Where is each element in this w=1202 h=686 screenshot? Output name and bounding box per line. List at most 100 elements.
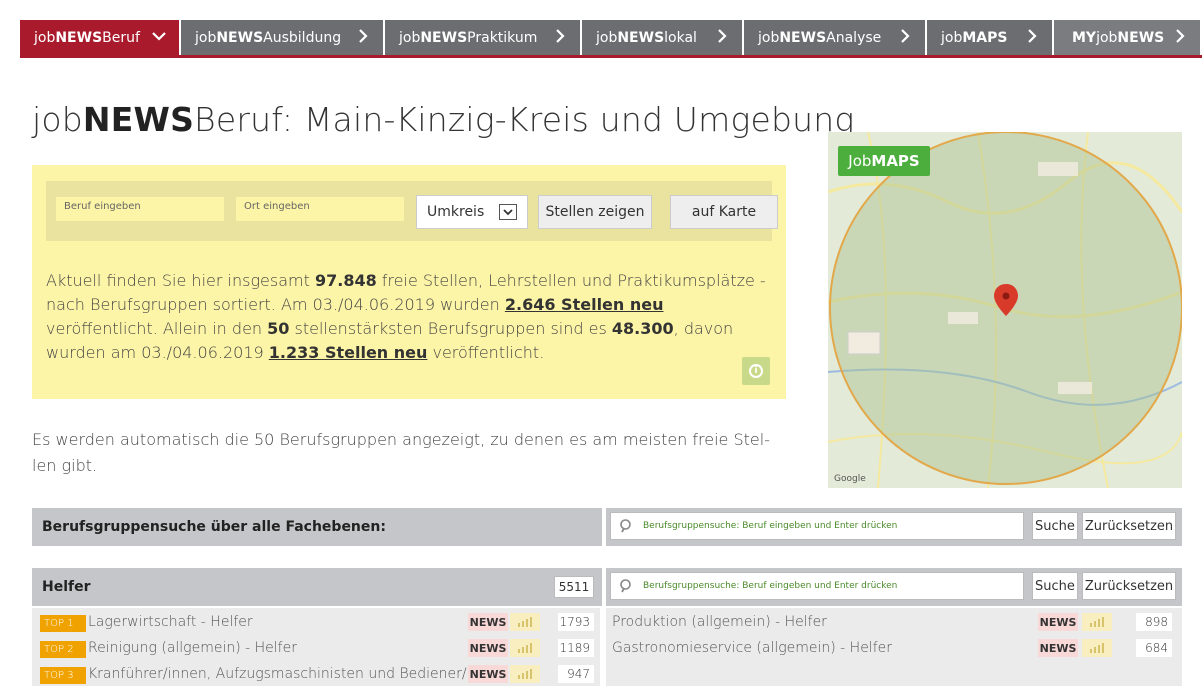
title-part: job	[32, 100, 83, 139]
job-count: 1189	[558, 639, 594, 657]
new-jobs-link[interactable]: 2.646 Stellen neu	[505, 295, 664, 314]
umkreis-label: Umkreis	[427, 204, 485, 220]
all-search-header: Berufsgruppensuche über alle Fachebenen:	[32, 508, 602, 546]
tab-myjobnews[interactable]: MYjobNEWS	[1054, 20, 1202, 55]
top-rank-badge: TOP 2	[40, 641, 86, 658]
helfer-list-left: TOP 1 Lagerwirtschaft - Helfer NEWS 1793…	[32, 608, 600, 686]
jobmaps-badge[interactable]: Job MAPS	[838, 146, 930, 176]
badge-text-bold: MAPS	[871, 152, 920, 170]
auto-info-text: Es werden automatisch die 50 Berufsgrupp…	[32, 430, 770, 475]
tab-text: Ausbildung	[263, 29, 342, 46]
bar-chart-icon[interactable]	[1082, 639, 1112, 657]
title-part: Beruf: Main-Kinzig-Kreis und Umgebung	[194, 100, 855, 139]
info-button[interactable]: i	[742, 357, 770, 385]
top-rank-badge: TOP 3	[40, 667, 86, 684]
summary-subtotal: 48.300	[611, 319, 674, 338]
list-item[interactable]: Gastronomieservice (allgemein) - Helfer …	[606, 636, 1182, 660]
helfer-title: Helfer	[42, 579, 91, 595]
helfer-search-input[interactable]: Berufsgruppensuche: Beruf eingeben und E…	[610, 572, 1024, 600]
bar-chart-icon[interactable]	[510, 665, 540, 683]
tab-jobnews-lokal[interactable]: jobNEWSlokal	[582, 20, 744, 55]
list-item[interactable]: TOP 1 Lagerwirtschaft - Helfer NEWS 1793	[32, 610, 600, 634]
tab-jobnews-praktikum[interactable]: jobNEWSPraktikum	[385, 20, 582, 55]
job-count: 947	[558, 665, 594, 683]
tab-jobnews-beruf[interactable]: jobNEWSBeruf	[20, 20, 181, 55]
google-logo: Google	[834, 474, 866, 484]
news-badge[interactable]: NEWS	[1038, 639, 1078, 657]
all-search-button[interactable]: Suche	[1032, 512, 1078, 540]
list-item-label: Kranführer/innen, Aufzugsmaschinisten un…	[88, 666, 468, 682]
tab-text: Analyse	[826, 29, 882, 46]
summary-total: 97.848	[314, 271, 377, 290]
helfer-header[interactable]: Helfer 5511	[32, 568, 602, 606]
tab-jobmaps[interactable]: jobMAPS	[927, 20, 1054, 55]
job-count: 1793	[558, 613, 594, 631]
list-item-label: Produktion (allgemein) - Helfer	[612, 614, 827, 630]
all-search-input[interactable]: Berufsgruppensuche: Beruf eingeben und E…	[610, 512, 1024, 540]
job-search-panel: Beruf eingeben Ort eingeben Umkreis Stel…	[32, 165, 786, 399]
tab-jobnews-ausbildung[interactable]: jobNEWSAusbildung	[181, 20, 385, 55]
top-rank-badge: TOP 1	[40, 615, 86, 632]
summary-text: Aktuell finden Sie hier insgesamt 97.848…	[46, 269, 772, 365]
tab-text-bold: MAPS	[962, 29, 1008, 46]
all-search-placeholder: Berufsgruppensuche: Beruf eingeben und E…	[643, 521, 898, 531]
page-title: jobNEWSBeruf: Main-Kinzig-Kreis und Umge…	[32, 100, 854, 139]
list-item-label: Gastronomieservice (allgemein) - Helfer	[612, 640, 892, 656]
show-on-map-button[interactable]: auf Karte	[670, 195, 778, 229]
helfer-count: 5511	[554, 576, 594, 598]
chevron-down-icon	[499, 204, 517, 220]
tab-text-bold: NEWS	[216, 29, 264, 46]
summary-part: veröffentlicht.	[427, 343, 545, 362]
all-search-title: Berufsgruppensuche über alle Fachebenen:	[42, 519, 386, 535]
helfer-list-right: Produktion (allgemein) - Helfer NEWS 898…	[606, 608, 1182, 686]
helfer-search-button[interactable]: Suche	[1032, 572, 1078, 600]
list-item[interactable]: Produktion (allgemein) - Helfer NEWS 898	[606, 610, 1182, 634]
summary-top: 50	[267, 319, 290, 338]
search-strip: Beruf eingeben Ort eingeben Umkreis Stel…	[46, 181, 778, 241]
summary-part: stellenstärksten Berufsgruppen sind es	[289, 319, 612, 338]
summary-part: veröffentlicht. Allein in den	[46, 319, 268, 338]
helfer-search-placeholder: Berufsgruppensuche: Beruf eingeben und E…	[643, 581, 898, 591]
chevron-right-icon	[897, 28, 913, 48]
tab-text: lokal	[664, 29, 697, 46]
helfer-reset-button[interactable]: Zurücksetzen	[1082, 572, 1176, 600]
list-item[interactable]: TOP 3 Kranführer/innen, Aufzugsmaschinis…	[32, 662, 600, 686]
tab-text-bold: MY	[1072, 29, 1097, 46]
bar-chart-icon[interactable]	[510, 639, 540, 657]
helfer-search-controls: Berufsgruppensuche: Beruf eingeben und E…	[606, 568, 1182, 606]
umkreis-select[interactable]: Umkreis	[416, 195, 528, 229]
chevron-right-icon	[355, 28, 371, 48]
list-item[interactable]: TOP 2 Reinigung (allgemein) - Helfer NEW…	[32, 636, 600, 660]
title-part-bold: NEWS	[82, 100, 195, 139]
tab-text: job	[596, 29, 618, 46]
info-icon: i	[749, 364, 763, 378]
chevron-right-icon	[714, 28, 730, 48]
tab-text-bold: NEWS	[420, 29, 468, 46]
summary-part: Aktuell finden Sie hier insgesamt	[46, 271, 315, 290]
tab-text: job	[34, 29, 56, 46]
jobmaps-map[interactable]: Job MAPS Google	[828, 132, 1182, 488]
show-jobs-button[interactable]: Stellen zeigen	[538, 195, 652, 229]
new-jobs-top-link[interactable]: 1.233 Stellen neu	[269, 343, 428, 362]
top-nav-tabs: jobNEWSBeruf jobNEWSAusbildung jobNEWSPr…	[20, 20, 1202, 58]
tab-jobnews-analyse[interactable]: jobNEWSAnalyse	[744, 20, 927, 55]
ort-input[interactable]: Ort eingeben	[236, 197, 404, 221]
search-icon	[619, 578, 635, 594]
badge-text: Job	[848, 152, 872, 170]
all-reset-button[interactable]: Zurücksetzen	[1082, 512, 1176, 540]
news-badge[interactable]: NEWS	[468, 639, 508, 657]
all-search-controls: Berufsgruppensuche: Beruf eingeben und E…	[606, 508, 1182, 546]
chevron-right-icon	[1024, 28, 1040, 48]
bar-chart-icon[interactable]	[510, 613, 540, 631]
job-count: 898	[1136, 613, 1172, 631]
bar-chart-icon[interactable]	[1082, 613, 1112, 631]
news-badge[interactable]: NEWS	[1038, 613, 1078, 631]
beruf-input[interactable]: Beruf eingeben	[56, 197, 224, 221]
news-badge[interactable]: NEWS	[468, 613, 508, 631]
chevron-down-icon	[151, 28, 167, 48]
news-badge[interactable]: NEWS	[468, 665, 508, 683]
tab-text-bold: NEWS	[55, 29, 103, 46]
tab-text-bold: NEWS	[779, 29, 827, 46]
tab-text-bold: NEWS	[617, 29, 665, 46]
chevron-right-icon	[1172, 28, 1188, 48]
